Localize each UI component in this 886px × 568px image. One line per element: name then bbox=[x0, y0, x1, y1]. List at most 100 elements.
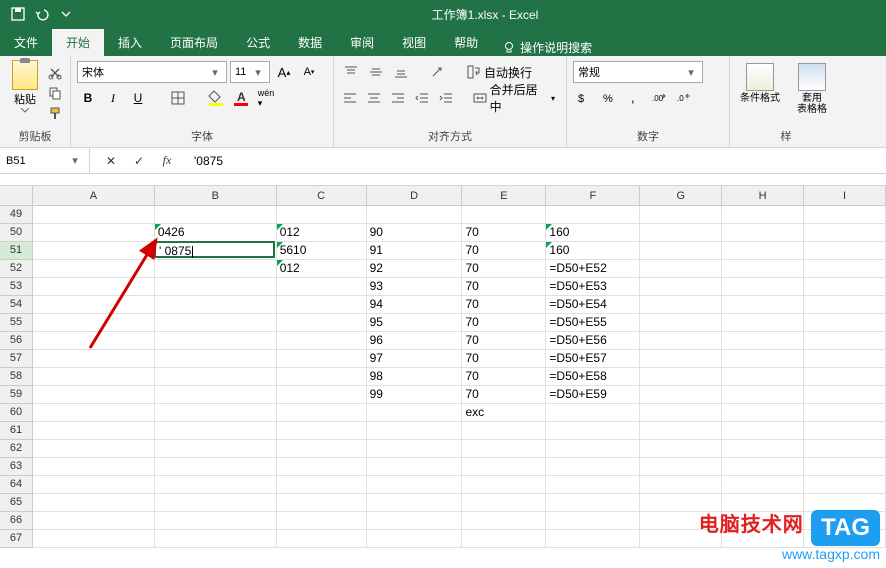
fill-color-button[interactable] bbox=[205, 87, 227, 109]
wrap-text-button[interactable]: 自动换行 bbox=[462, 61, 537, 83]
cell[interactable] bbox=[804, 296, 886, 314]
cell[interactable] bbox=[640, 260, 722, 278]
cell[interactable] bbox=[462, 476, 546, 494]
cell[interactable]: =D50+E59 bbox=[546, 386, 640, 404]
cell[interactable]: =D50+E54 bbox=[546, 296, 640, 314]
row-header[interactable]: 61 bbox=[0, 422, 33, 440]
row-header[interactable]: 62 bbox=[0, 440, 33, 458]
cell[interactable] bbox=[722, 476, 804, 494]
col-header-F[interactable]: F bbox=[546, 186, 640, 205]
cell[interactable] bbox=[33, 530, 155, 548]
conditional-format-button[interactable]: 条件格式 bbox=[736, 61, 784, 104]
qat-dropdown-icon[interactable] bbox=[58, 6, 74, 22]
row-header[interactable]: 66 bbox=[0, 512, 33, 530]
cell[interactable]: 90 bbox=[367, 224, 463, 242]
cell[interactable]: 91 bbox=[367, 242, 463, 260]
row-header[interactable]: 57 bbox=[0, 350, 33, 368]
row-header[interactable]: 63 bbox=[0, 458, 33, 476]
cell[interactable] bbox=[640, 332, 722, 350]
cell[interactable]: 012 bbox=[277, 260, 367, 278]
cell[interactable] bbox=[367, 206, 463, 224]
cell[interactable] bbox=[155, 386, 277, 404]
cell[interactable] bbox=[722, 350, 804, 368]
comma-button[interactable]: , bbox=[623, 87, 645, 109]
row-header[interactable]: 49 bbox=[0, 206, 33, 224]
cell[interactable]: 160 bbox=[546, 224, 640, 242]
row-header[interactable]: 59 bbox=[0, 386, 33, 404]
cell[interactable]: 94 bbox=[367, 296, 463, 314]
cell[interactable] bbox=[155, 512, 277, 530]
cell[interactable] bbox=[367, 476, 463, 494]
italic-button[interactable]: I bbox=[102, 87, 124, 109]
undo-icon[interactable] bbox=[34, 6, 50, 22]
cell[interactable] bbox=[367, 422, 463, 440]
cell[interactable] bbox=[640, 242, 722, 260]
cell[interactable] bbox=[804, 260, 886, 278]
cell[interactable]: 5610 bbox=[277, 242, 367, 260]
cell[interactable] bbox=[155, 296, 277, 314]
cell[interactable] bbox=[640, 458, 722, 476]
cell[interactable] bbox=[722, 278, 804, 296]
cell[interactable] bbox=[155, 368, 277, 386]
cell[interactable] bbox=[804, 404, 886, 422]
cell[interactable] bbox=[640, 224, 722, 242]
cell[interactable] bbox=[33, 260, 155, 278]
cell[interactable] bbox=[33, 278, 155, 296]
accounting-format-button[interactable]: $ bbox=[573, 87, 595, 109]
col-header-B[interactable]: B bbox=[155, 186, 277, 205]
cell[interactable] bbox=[640, 278, 722, 296]
cell[interactable] bbox=[462, 206, 546, 224]
row-header[interactable]: 54 bbox=[0, 296, 33, 314]
cell[interactable] bbox=[804, 476, 886, 494]
tab-help[interactable]: 帮助 bbox=[440, 29, 492, 56]
cell[interactable] bbox=[640, 422, 722, 440]
cell[interactable] bbox=[640, 296, 722, 314]
cell[interactable] bbox=[722, 422, 804, 440]
cell[interactable] bbox=[155, 530, 277, 548]
cell[interactable] bbox=[277, 350, 367, 368]
cell[interactable] bbox=[33, 386, 155, 404]
format-painter-button[interactable] bbox=[46, 104, 64, 122]
cell[interactable] bbox=[640, 350, 722, 368]
cell[interactable] bbox=[155, 260, 277, 278]
cell[interactable] bbox=[722, 296, 804, 314]
cell[interactable] bbox=[367, 530, 463, 548]
col-header-D[interactable]: D bbox=[367, 186, 463, 205]
cell[interactable] bbox=[367, 440, 463, 458]
cell[interactable] bbox=[804, 422, 886, 440]
align-right-button[interactable] bbox=[388, 87, 409, 109]
cell[interactable] bbox=[155, 206, 277, 224]
row-header[interactable]: 51 bbox=[0, 242, 33, 260]
cell[interactable] bbox=[462, 422, 546, 440]
percent-button[interactable]: % bbox=[598, 87, 620, 109]
cell[interactable] bbox=[546, 422, 640, 440]
tab-review[interactable]: 审阅 bbox=[336, 29, 388, 56]
cell[interactable]: 93 bbox=[367, 278, 463, 296]
cell[interactable] bbox=[546, 458, 640, 476]
cell[interactable] bbox=[33, 224, 155, 242]
cell[interactable]: 70 bbox=[462, 224, 546, 242]
cell[interactable] bbox=[277, 476, 367, 494]
col-header-I[interactable]: I bbox=[804, 186, 886, 205]
cell[interactable]: 70 bbox=[462, 332, 546, 350]
cell[interactable] bbox=[277, 494, 367, 512]
cell[interactable]: 70 bbox=[462, 314, 546, 332]
merge-center-button[interactable]: 合并后居中▾ bbox=[468, 87, 560, 109]
cell[interactable]: 92 bbox=[367, 260, 463, 278]
cell[interactable] bbox=[277, 296, 367, 314]
cell[interactable] bbox=[367, 512, 463, 530]
cell[interactable] bbox=[462, 530, 546, 548]
cell[interactable]: 70 bbox=[462, 386, 546, 404]
cell[interactable]: 012 bbox=[277, 224, 367, 242]
cell[interactable] bbox=[155, 494, 277, 512]
cell[interactable]: 98 bbox=[367, 368, 463, 386]
cell[interactable] bbox=[640, 404, 722, 422]
cell-editor[interactable]: ' 0875 bbox=[154, 241, 275, 258]
row-header[interactable]: 64 bbox=[0, 476, 33, 494]
cell[interactable] bbox=[277, 422, 367, 440]
cell[interactable] bbox=[546, 530, 640, 548]
cell[interactable] bbox=[277, 368, 367, 386]
cell[interactable] bbox=[804, 440, 886, 458]
cell[interactable] bbox=[33, 350, 155, 368]
cell[interactable]: 97 bbox=[367, 350, 463, 368]
